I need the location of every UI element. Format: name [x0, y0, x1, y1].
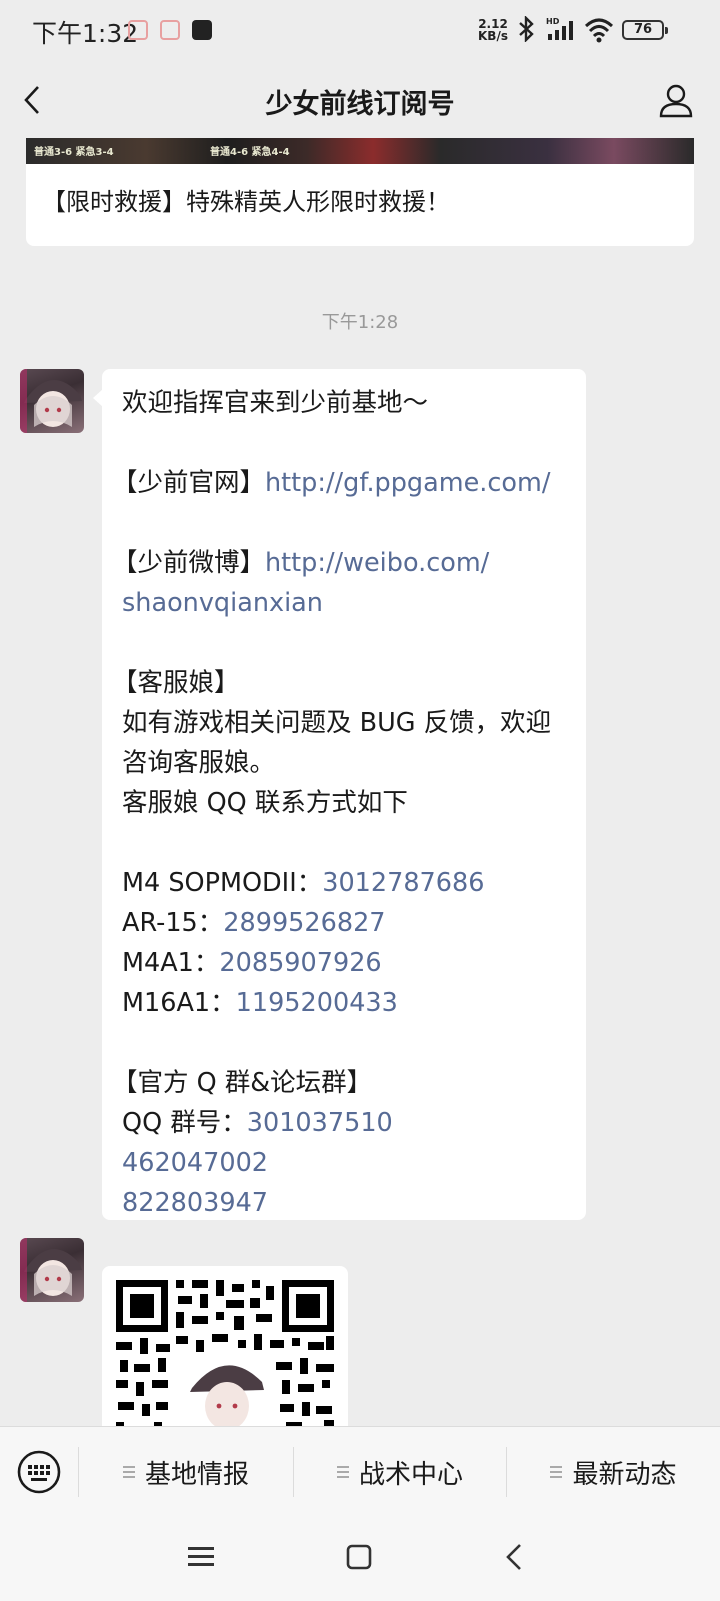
contact-name: M4A1：: [122, 948, 220, 978]
message-text: 如有游戏相关问题及 BUG 反馈，欢迎: [122, 708, 552, 738]
contact-name: AR-15：: [122, 908, 224, 938]
keyboard-icon[interactable]: [16, 1449, 62, 1495]
sender-avatar[interactable]: [20, 1238, 84, 1302]
menu-list-icon: [336, 1463, 349, 1481]
weibo-link[interactable]: shaonvqianxian: [122, 588, 323, 618]
menu-item-tactical-center[interactable]: 战术中心: [294, 1427, 506, 1517]
notification-icon-1: [128, 20, 148, 40]
notification-icon-2: [160, 20, 180, 40]
qq-number-link[interactable]: 1195200433: [236, 988, 398, 1018]
qq-number-link[interactable]: 2085907926: [219, 948, 381, 978]
article-banner-image: 普通3-6 紧急3-4 普通4-6 紧急4-4: [26, 138, 694, 164]
weibo-link[interactable]: http://weibo.com/: [265, 548, 489, 578]
status-time: 下午1:32: [32, 19, 139, 48]
contact-row: M4A1：2085907926: [122, 943, 566, 983]
banner-tag: 普通4-6 紧急4-4: [210, 147, 290, 158]
message-text: 【少前官网】: [112, 468, 266, 498]
qq-group-link[interactable]: 462047002: [122, 1148, 268, 1178]
article-card[interactable]: 普通3-6 紧急3-4 普通4-6 紧急4-4 【限时救援】特殊精英人形限时救援…: [26, 138, 694, 246]
website-link[interactable]: http://gf.ppgame.com/: [265, 468, 550, 498]
menu-item-label: 基地情报: [144, 1459, 249, 1490]
menu-item-base-intel[interactable]: 基地情报: [79, 1427, 293, 1517]
contact-row: AR-15：2899526827: [122, 903, 566, 943]
message-bubble[interactable]: 欢迎指挥官来到少前基地～ 【少前官网】http://gf.ppgame.com/…: [93, 369, 586, 1220]
wifi-icon: [584, 18, 614, 43]
signal-icon: HD: [546, 17, 573, 40]
chat-title: 少女前线订阅号: [265, 89, 455, 120]
system-navigation-bar: [0, 1516, 720, 1601]
message-text: 【官方 Q 群&论坛群】: [112, 1068, 373, 1098]
banner-tag: 普通3-6 紧急3-4: [34, 147, 114, 158]
back-nav-icon[interactable]: [500, 1542, 530, 1572]
contact-name: M16A1：: [122, 988, 236, 1018]
menu-item-latest-news[interactable]: 最新动态: [507, 1427, 720, 1517]
contact-row: M4 SOPMODII：3012787686: [122, 863, 566, 903]
svg-text:HD: HD: [546, 17, 560, 26]
message-text: 欢迎指挥官来到少前基地～: [122, 388, 429, 418]
contact-name: M4 SOPMODII：: [122, 868, 323, 898]
menu-item-label: 最新动态: [572, 1459, 677, 1490]
sender-avatar[interactable]: [20, 369, 84, 433]
qr-code: [116, 1280, 334, 1426]
menu-list-icon: [550, 1463, 563, 1481]
profile-icon[interactable]: [658, 82, 694, 118]
qq-number-link[interactable]: 3012787686: [322, 868, 484, 898]
bluetooth-icon: [519, 16, 534, 42]
message-text: QQ 群号：: [122, 1108, 247, 1138]
menu-list-icon: [122, 1463, 135, 1481]
article-headline: 【限时救援】特殊精英人形限时救援！: [42, 188, 450, 216]
message-text: 咨询客服娘。: [122, 748, 276, 778]
message-text: 客服娘 QQ 联系方式如下: [122, 788, 408, 818]
chat-header: 少女前线订阅号: [0, 62, 720, 138]
battery-indicator: 76: [622, 20, 668, 40]
menu-icon[interactable]: [186, 1542, 216, 1572]
status-bar: 下午1:32 2.12 KB/s HD 76: [0, 0, 720, 62]
menu-item-label: 战术中心: [358, 1459, 463, 1490]
qq-group-link[interactable]: 301037510: [247, 1108, 393, 1138]
network-speed: 2.12 KB/s: [478, 17, 508, 43]
qr-code-image[interactable]: [102, 1266, 348, 1426]
message-text: 【客服娘】: [112, 668, 240, 698]
contact-row: M16A1：1195200433: [122, 983, 566, 1023]
chat-content: 普通3-6 紧急3-4 普通4-6 紧急4-4 【限时救援】特殊精英人形限时救援…: [0, 138, 720, 1426]
qq-group-link[interactable]: 822803947: [122, 1188, 268, 1218]
official-account-menu: 基地情报 战术中心 最新动态: [0, 1426, 720, 1516]
message-text: 【少前微博】: [112, 548, 266, 578]
message-timestamp: 下午1:28: [321, 312, 399, 333]
netease-music-icon: [192, 20, 212, 40]
home-icon[interactable]: [344, 1542, 374, 1572]
qq-number-link[interactable]: 2899526827: [223, 908, 385, 938]
